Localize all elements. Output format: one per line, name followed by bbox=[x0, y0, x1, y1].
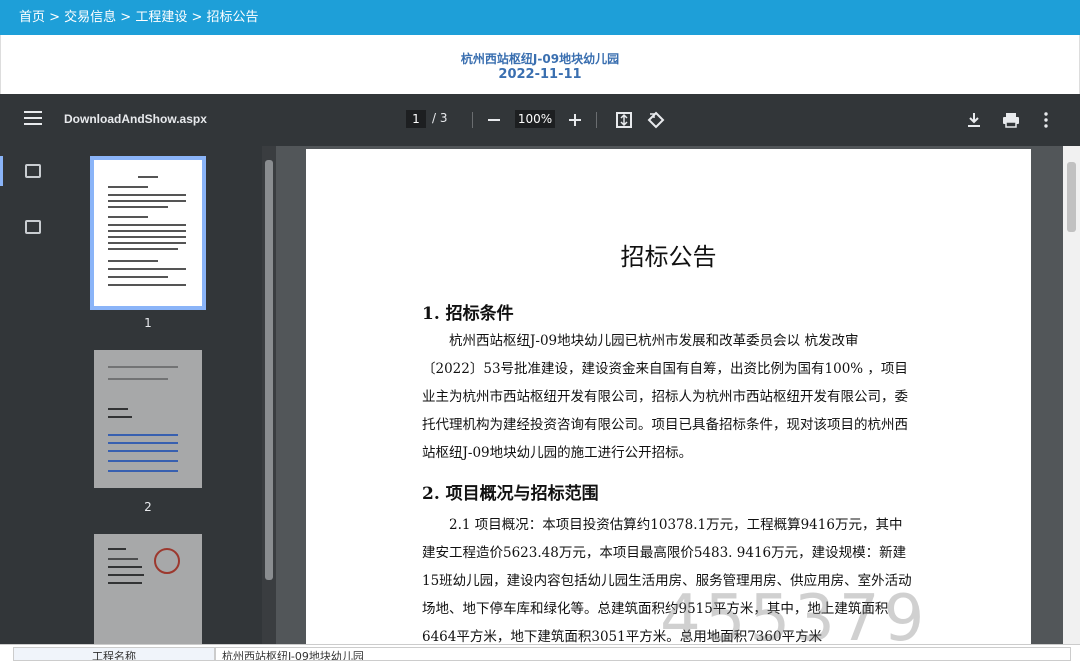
info-table-row: 工程名称 杭州西站枢纽J-09地块幼儿园 bbox=[0, 644, 1080, 661]
file-name: DownloadAndShow.aspx bbox=[64, 112, 207, 126]
project-title: 杭州西站枢纽J-09地块幼儿园 bbox=[460, 52, 620, 66]
rotate-icon[interactable] bbox=[647, 111, 665, 129]
document-scrollbar[interactable] bbox=[1063, 146, 1080, 644]
publish-date: 2022-11-11 bbox=[498, 67, 582, 82]
toolbar-divider bbox=[596, 112, 597, 128]
toolbar-divider bbox=[472, 112, 473, 128]
document-title: 招标公告 bbox=[620, 243, 717, 271]
table-label-cell: 工程名称 bbox=[13, 647, 215, 661]
page-thumbnail[interactable] bbox=[90, 156, 206, 310]
thumbnail-panel: 1 2 bbox=[62, 146, 262, 644]
table-value-cell: 杭州西站枢纽J-09地块幼儿园 bbox=[215, 647, 1071, 661]
pdf-toolbar: DownloadAndShow.aspx 1 / 3 100% bbox=[0, 94, 1080, 146]
page-thumbnail[interactable] bbox=[94, 350, 202, 488]
download-icon[interactable] bbox=[966, 111, 982, 129]
total-pages: / 3 bbox=[432, 111, 448, 125]
more-icon[interactable] bbox=[1042, 111, 1050, 129]
zoom-level[interactable]: 100% bbox=[515, 110, 555, 128]
section-heading: 1. 招标条件 bbox=[422, 304, 514, 324]
menu-icon[interactable] bbox=[24, 111, 42, 125]
thumbnail-page-number: 1 bbox=[144, 316, 152, 330]
section-heading: 2. 项目概况与招标范围 bbox=[422, 484, 599, 504]
pdf-viewer: DownloadAndShow.aspx 1 / 3 100% 1 2 招标公告… bbox=[0, 94, 1080, 644]
zoom-in-icon[interactable] bbox=[568, 113, 582, 127]
print-icon[interactable] bbox=[1002, 111, 1020, 129]
active-indicator bbox=[0, 156, 3, 186]
paragraph-text: 杭州西站枢纽J-09地块幼儿园已杭州市发展和改革委员会以 杭发改审〔2022〕5… bbox=[422, 333, 908, 461]
section-paragraph: 杭州西站枢纽J-09地块幼儿园已杭州市发展和改革委员会以 杭发改审〔2022〕5… bbox=[422, 327, 912, 467]
outline-view-icon[interactable] bbox=[25, 220, 41, 234]
zoom-out-icon[interactable] bbox=[487, 113, 501, 127]
announcement-heading: 杭州西站枢纽J-09地块幼儿园 2022-11-11 bbox=[0, 35, 1080, 94]
pdf-sidebar bbox=[0, 146, 62, 644]
breadcrumb: 首页 > 交易信息 > 工程建设 > 招标公告 bbox=[0, 0, 1080, 35]
watermark: 455379 bbox=[660, 582, 929, 644]
page-thumbnail[interactable] bbox=[94, 534, 202, 644]
page-number-input[interactable]: 1 bbox=[406, 110, 426, 128]
breadcrumb-text[interactable]: 首页 > 交易信息 > 工程建设 > 招标公告 bbox=[19, 10, 258, 25]
document-page: 招标公告 1. 招标条件 杭州西站枢纽J-09地块幼儿园已杭州市发展和改革委员会… bbox=[306, 149, 1031, 644]
thumbnail-view-icon[interactable] bbox=[25, 164, 41, 178]
fit-page-icon[interactable] bbox=[615, 111, 633, 129]
thumbnail-scrollbar[interactable] bbox=[262, 146, 276, 644]
thumbnail-page-number: 2 bbox=[144, 500, 152, 514]
